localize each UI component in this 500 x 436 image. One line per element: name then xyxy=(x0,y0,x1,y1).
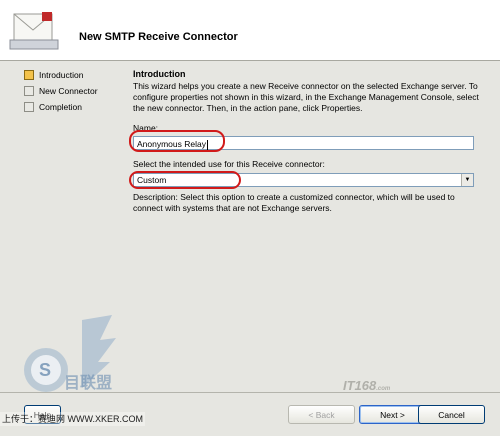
step-label: Completion xyxy=(39,102,82,112)
use-label: Select the intended use for this Receive… xyxy=(133,159,325,169)
chevron-down-icon[interactable]: ▼ xyxy=(461,174,473,186)
step-new-connector: New Connector xyxy=(23,84,125,100)
wizard-title: New SMTP Receive Connector xyxy=(79,31,238,43)
pending-step-icon xyxy=(24,102,34,112)
pending-step-icon xyxy=(24,86,34,96)
svg-text:目联盟: 目联盟 xyxy=(64,374,112,392)
step-introduction: Introduction xyxy=(23,68,125,84)
svg-text:S: S xyxy=(39,360,51,380)
step-label: New Connector xyxy=(39,86,98,96)
watermark-text: 上传于：赛迪网 WWW.XKER.COM xyxy=(0,412,145,426)
next-button[interactable]: Next > xyxy=(359,405,426,424)
section-heading: Introduction xyxy=(133,69,186,79)
cancel-button[interactable]: Cancel xyxy=(418,405,485,424)
step-completion: Completion xyxy=(23,100,125,116)
wizard-steps: Introduction New Connector Completion xyxy=(23,68,125,116)
name-highlight xyxy=(129,130,225,152)
footer-divider xyxy=(0,392,500,393)
watermark-logo: S 目联盟 xyxy=(24,315,116,392)
description-text: Description: Select this option to creat… xyxy=(133,192,455,213)
back-button[interactable]: < Back xyxy=(288,405,355,424)
intro-text: This wizard helps you create a new Recei… xyxy=(133,81,479,113)
envelope-icon xyxy=(9,12,59,50)
current-step-icon xyxy=(24,70,34,80)
wizard-header: New SMTP Receive Connector xyxy=(0,0,500,61)
step-label: Introduction xyxy=(39,70,84,80)
select-highlight xyxy=(129,171,241,189)
